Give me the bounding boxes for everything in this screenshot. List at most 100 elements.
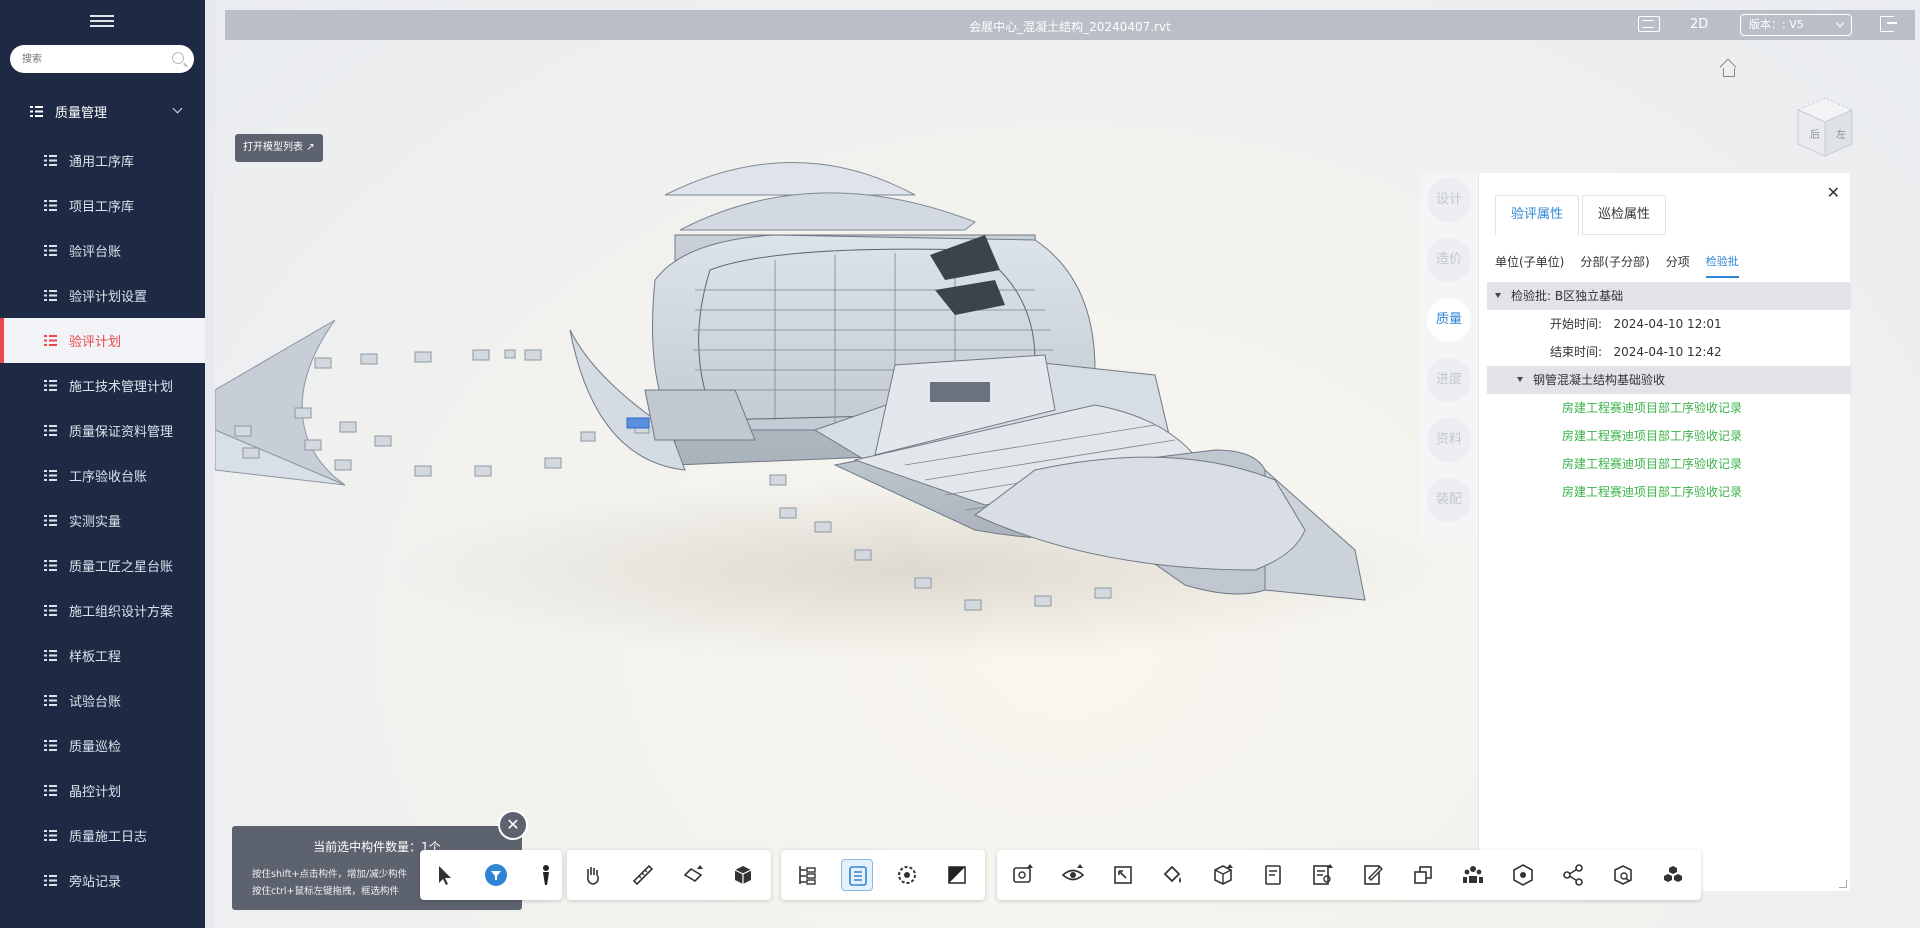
crumb-item[interactable]: 分项 [1666, 253, 1690, 278]
sidebar-item[interactable]: 晶控计划 [0, 768, 205, 813]
screen-icon[interactable] [1638, 16, 1660, 32]
sidebar-item[interactable]: 试验台账 [0, 678, 205, 723]
view-cube[interactable]: 后 左 [1790, 88, 1860, 168]
caret-down-icon [1495, 293, 1501, 298]
fill-toggle-button[interactable] [941, 859, 973, 891]
hand-pan-button[interactable] [577, 859, 609, 891]
tree-node-batch[interactable]: 检验批: B区独立基础 [1487, 282, 1851, 310]
list-icon [44, 695, 57, 706]
end-time-label: 结束时间: [1550, 345, 1603, 359]
sidebar-item[interactable]: 验评计划设置 [0, 273, 205, 318]
copy-icon [1414, 866, 1432, 884]
menu-group-quality[interactable]: 质量管理 [0, 94, 205, 128]
filter-button[interactable] [480, 859, 512, 891]
side-tab-documents[interactable]: 资料 [1427, 418, 1471, 462]
search-icon[interactable] [172, 52, 184, 64]
record-link[interactable]: 房建工程赛迪项目部工序验收记录 [1487, 478, 1851, 506]
selection-close-icon[interactable]: ✕ [498, 810, 528, 840]
level-crumbs: 单位(子单位) 分部(子分部) 分项 检验批 [1495, 253, 1755, 278]
sidebar-item[interactable]: 实测实量 [0, 498, 205, 543]
crumb-unit[interactable]: 单位(子单位) [1495, 253, 1564, 278]
list-icon [44, 290, 57, 301]
tab-patrol-properties[interactable]: 巡检属性 [1582, 195, 1667, 235]
sidebar-item[interactable]: 项目工序库 [0, 183, 205, 228]
sidebar-item-label: 验评台账 [69, 245, 122, 260]
collapse-menu-icon[interactable] [90, 12, 114, 32]
sidebar-item[interactable]: 验评计划 [0, 318, 205, 363]
settings-gear-button[interactable] [891, 859, 923, 891]
sidebar-item[interactable]: 质量保证资料管理 [0, 408, 205, 453]
record-link[interactable]: 房建工程赛迪项目部工序验收记录 [1487, 422, 1851, 450]
selected-component[interactable] [626, 417, 650, 429]
cube-button[interactable] [727, 859, 759, 891]
tree-node-subgroup[interactable]: 钢管混凝土结构基础验收 [1487, 366, 1851, 394]
paint-bucket-button[interactable] [1157, 859, 1189, 891]
search-input[interactable] [10, 45, 160, 73]
version-value: 版本：: V5 [1749, 18, 1804, 31]
document-button[interactable] [1257, 859, 1289, 891]
model-box-button[interactable] [1207, 859, 1239, 891]
resize-handle-icon[interactable] [1839, 880, 1847, 888]
2d-toggle-button[interactable]: 2D [1690, 17, 1708, 32]
side-tab-assembly[interactable]: 装配 [1427, 478, 1471, 522]
box-search-button[interactable] [1607, 859, 1639, 891]
crumb-batch[interactable]: 检验批 [1705, 253, 1739, 278]
share-button[interactable] [1557, 859, 1589, 891]
markup-button[interactable] [1357, 859, 1389, 891]
fit-view-icon [1114, 866, 1132, 884]
record-link[interactable]: 房建工程赛迪项目部工序验收记录 [1487, 394, 1851, 422]
close-icon[interactable]: ✕ [1827, 183, 1840, 202]
list-icon [44, 245, 57, 256]
sidebar-item[interactable]: 旁站记录 [0, 858, 205, 903]
model-viewer[interactable]: 会展中心_混凝土结构_20240407.rvt 2D 版本：: V5 打开模型列… [205, 0, 1920, 928]
menu-list: 通用工序库 项目工序库验评台账验评计划设置验评计划 施工技术管理计划 质量保证资料管理… [0, 138, 205, 903]
side-tab-progress[interactable]: 进度 [1427, 358, 1471, 402]
sidebar-item[interactable]: 施工技术管理计划 [0, 363, 205, 408]
sidebar-item[interactable]: 质量施工日志 [0, 813, 205, 858]
sidebar-item[interactable]: 质量工匠之星台账 [0, 543, 205, 588]
list-icon [30, 105, 43, 117]
sidebar-item[interactable]: 工序验收台账 [0, 453, 205, 498]
person-button[interactable] [530, 859, 562, 891]
home-icon[interactable] [1719, 60, 1737, 77]
sidebar: 质量管理 通用工序库项目工序库验评台账验评计划设置验评计划施工技术管理计划质量保… [0, 0, 205, 928]
toolbar-group-tools [997, 850, 1701, 900]
sidebar-item[interactable]: 质量巡检 [0, 723, 205, 768]
end-time-row: 结束时间: 2024-04-10 12:42 [1487, 338, 1851, 366]
visibility-button[interactable] [1057, 859, 1089, 891]
version-select[interactable]: 版本：: V5 [1740, 14, 1852, 36]
sidebar-item[interactable]: 验评台账 [0, 228, 205, 273]
measure-area-button[interactable] [1007, 859, 1039, 891]
sidebar-item[interactable]: 样板工程 [0, 633, 205, 678]
sidebar-item[interactable]: 通用工序库 [0, 138, 205, 183]
cluster-button[interactable] [1657, 859, 1689, 891]
side-tab-cost[interactable]: 造价 [1427, 238, 1471, 282]
ruler-button[interactable] [627, 859, 659, 891]
sidebar-item-label: 质量工匠之星台账 [69, 560, 174, 575]
copy-button[interactable] [1407, 859, 1439, 891]
section-plane-button[interactable] [677, 859, 709, 891]
sidebar-item[interactable]: 施工组织设计方案 [0, 588, 205, 633]
record-link[interactable]: 房建工程赛迪项目部工序验收记录 [1487, 450, 1851, 478]
select-arrow-button[interactable] [430, 859, 462, 891]
bim-model-3d[interactable] [215, 130, 1515, 690]
list-icon [44, 200, 57, 211]
tree-button[interactable] [791, 859, 823, 891]
sidebar-item-label: 验评计划设置 [69, 290, 148, 305]
side-tab-quality[interactable]: 质量 [1427, 298, 1471, 342]
side-tab-design[interactable]: 设计 [1427, 178, 1471, 222]
visibility-icon [1061, 864, 1085, 881]
settings-gear-icon [898, 866, 916, 884]
list-icon [44, 740, 57, 751]
list-icon [44, 470, 57, 481]
properties-button[interactable] [841, 859, 873, 891]
sidebar-item-label: 样板工程 [69, 650, 122, 665]
fit-view-button[interactable] [1107, 859, 1139, 891]
users-button[interactable] [1457, 859, 1489, 891]
component-button[interactable] [1507, 859, 1539, 891]
crumb-division[interactable]: 分部(子分部) [1580, 253, 1649, 278]
search-list-button[interactable] [1307, 859, 1339, 891]
tab-inspection-properties[interactable]: 验评属性 [1495, 195, 1580, 235]
menu-group-label: 质量管理 [55, 105, 108, 121]
exit-icon[interactable] [1880, 16, 1897, 32]
